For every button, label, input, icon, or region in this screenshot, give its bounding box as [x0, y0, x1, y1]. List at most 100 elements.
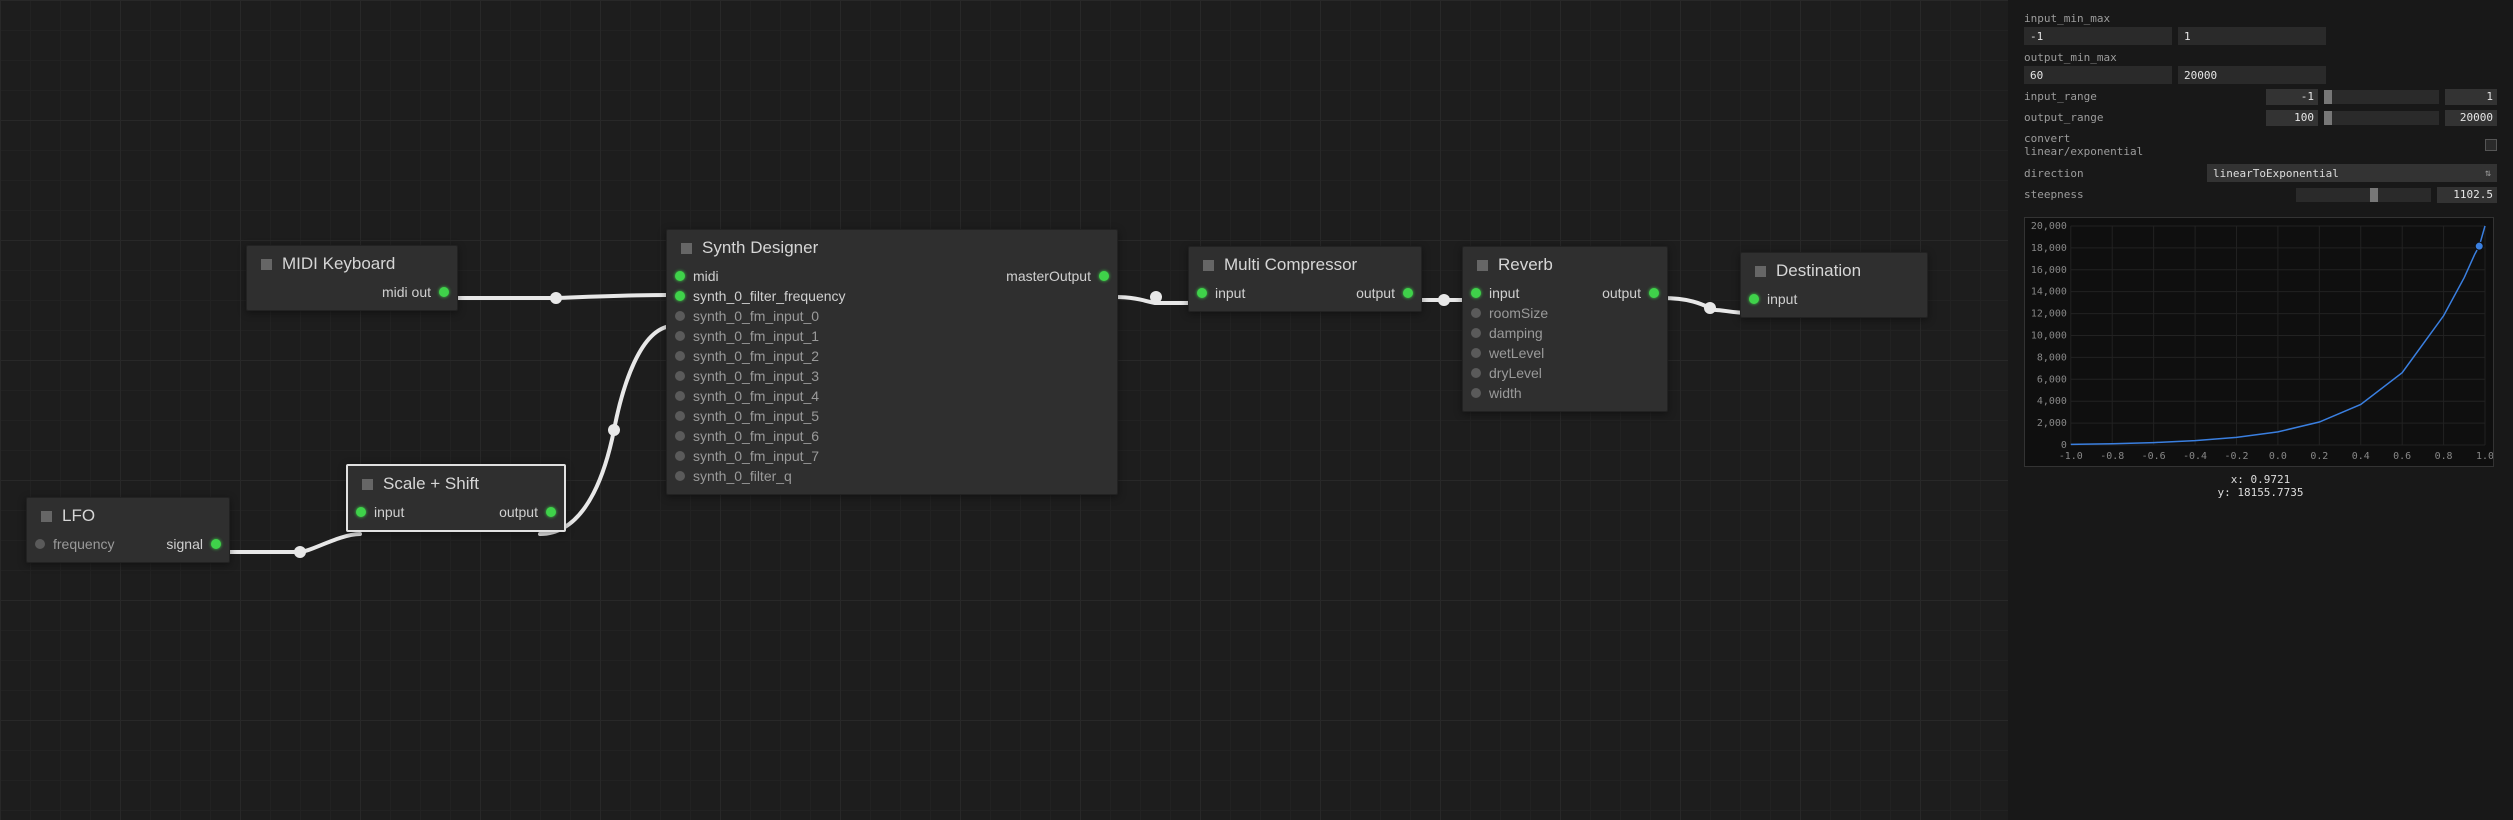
port-dot-icon	[675, 291, 685, 301]
node-handle-icon	[362, 479, 373, 490]
node-title: Reverb	[1498, 255, 1553, 275]
port-comp-input[interactable]: input	[1199, 285, 1245, 301]
output-min-field[interactable]	[2024, 66, 2172, 84]
steepness-field[interactable]	[2437, 187, 2497, 203]
port-synth-synth_0_fm_input_0[interactable]: synth_0_fm_input_0	[677, 308, 819, 324]
port-dot-icon	[35, 539, 45, 549]
port-reverb-input[interactable]: input	[1473, 285, 1519, 301]
svg-text:1.0: 1.0	[2476, 451, 2493, 462]
response-chart[interactable]: 02,0004,0006,0008,00010,00012,00014,0001…	[2024, 217, 2494, 467]
svg-text:-0.6: -0.6	[2142, 451, 2166, 462]
chart-cursor-x: x: 0.9721	[2024, 473, 2497, 486]
node-handle-icon	[1203, 260, 1214, 271]
label-convert: convert linear/exponential	[2024, 130, 2143, 160]
node-synth-designer[interactable]: Synth Designer midi masterOutput synth_0…	[666, 229, 1118, 495]
svg-text:0.4: 0.4	[2352, 451, 2370, 462]
port-dot-icon	[675, 411, 685, 421]
port-dot-icon	[1403, 288, 1413, 298]
input-max-field[interactable]	[2178, 27, 2326, 45]
port-reverb-damping[interactable]: damping	[1473, 325, 1543, 341]
port-synth-synth_0_fm_input_7[interactable]: synth_0_fm_input_7	[677, 448, 819, 464]
port-dot-icon	[1749, 294, 1759, 304]
svg-text:2,000: 2,000	[2037, 418, 2067, 429]
node-handle-icon	[1755, 266, 1766, 277]
port-dest-input[interactable]: input	[1751, 291, 1797, 307]
node-scale-shift[interactable]: Scale + Shift input output	[346, 464, 566, 532]
port-dot-icon	[211, 539, 221, 549]
svg-text:6,000: 6,000	[2037, 374, 2067, 385]
port-dot-icon	[1471, 308, 1481, 318]
port-reverb-output[interactable]: output	[1602, 285, 1657, 301]
svg-text:-0.8: -0.8	[2100, 451, 2124, 462]
port-synth-synth_0_fm_input_4[interactable]: synth_0_fm_input_4	[677, 388, 819, 404]
svg-text:0.8: 0.8	[2435, 451, 2453, 462]
node-midi-keyboard[interactable]: MIDI Keyboard midi out	[246, 245, 458, 311]
port-synth-synth_0_fm_input_3[interactable]: synth_0_fm_input_3	[677, 368, 819, 384]
label-direction: direction	[2024, 165, 2084, 182]
output-range-slider[interactable]	[2324, 111, 2439, 125]
port-dot-icon	[675, 391, 685, 401]
node-lfo[interactable]: LFO frequency signal	[26, 497, 230, 563]
port-synth-synth_0_fm_input_5[interactable]: synth_0_fm_input_5	[677, 408, 819, 424]
svg-text:-1.0: -1.0	[2059, 451, 2083, 462]
input-range-hi-field[interactable]	[2445, 89, 2497, 105]
svg-text:0.0: 0.0	[2269, 451, 2287, 462]
port-scale-output[interactable]: output	[499, 504, 554, 520]
node-handle-icon	[1477, 260, 1488, 271]
input-range-lo-field[interactable]	[2266, 89, 2318, 105]
input-min-field[interactable]	[2024, 27, 2172, 45]
port-synth-master-output[interactable]: masterOutput	[1006, 268, 1107, 284]
output-range-hi-field[interactable]	[2445, 110, 2497, 126]
svg-text:20,000: 20,000	[2031, 221, 2067, 232]
port-dot-icon	[1471, 348, 1481, 358]
steepness-slider[interactable]	[2296, 188, 2431, 202]
node-reverb[interactable]: Reverb input output roomSize damping wet…	[1462, 246, 1668, 412]
node-graph-canvas[interactable]: MIDI Keyboard midi out LFO frequency	[0, 0, 2008, 820]
port-synth-synth_0_fm_input_6[interactable]: synth_0_fm_input_6	[677, 428, 819, 444]
port-synth-synth_0_filter_q[interactable]: synth_0_filter_q	[677, 468, 792, 484]
port-synth-synth_0_fm_input_1[interactable]: synth_0_fm_input_1	[677, 328, 819, 344]
port-scale-input[interactable]: input	[358, 504, 404, 520]
port-midi-out[interactable]: midi out	[382, 284, 447, 300]
port-reverb-width[interactable]: width	[1473, 385, 1522, 401]
port-synth-midi[interactable]: midi	[677, 268, 719, 284]
node-handle-icon	[41, 511, 52, 522]
convert-checkbox[interactable]	[2485, 139, 2497, 151]
port-dot-icon	[675, 271, 685, 281]
label-input-range: input_range	[2024, 88, 2097, 105]
label-output-min-max: output_min_max	[2024, 49, 2497, 66]
svg-text:12,000: 12,000	[2031, 309, 2067, 320]
port-synth-synth_0_fm_input_2[interactable]: synth_0_fm_input_2	[677, 348, 819, 364]
svg-text:0.2: 0.2	[2310, 451, 2328, 462]
port-lfo-signal[interactable]: signal	[166, 536, 219, 552]
node-multi-compressor[interactable]: Multi Compressor input output	[1188, 246, 1422, 312]
port-synth-synth_0_filter_frequency[interactable]: synth_0_filter_frequency	[677, 288, 846, 304]
output-range-lo-field[interactable]	[2266, 110, 2318, 126]
node-title: Scale + Shift	[383, 474, 479, 494]
chevron-updown-icon: ⇅	[2485, 168, 2491, 179]
direction-select-value: linearToExponential	[2213, 167, 2339, 180]
svg-text:18,000: 18,000	[2031, 243, 2067, 254]
chart-cursor-y: y: 18155.7735	[2024, 486, 2497, 499]
port-dot-icon	[675, 311, 685, 321]
input-range-slider[interactable]	[2324, 90, 2439, 104]
port-dot-icon	[675, 351, 685, 361]
svg-text:0: 0	[2061, 440, 2067, 451]
direction-select[interactable]: linearToExponential ⇅	[2207, 164, 2497, 182]
output-max-field[interactable]	[2178, 66, 2326, 84]
node-title: MIDI Keyboard	[282, 254, 395, 274]
svg-text:4,000: 4,000	[2037, 396, 2067, 407]
port-dot-icon	[1197, 288, 1207, 298]
port-reverb-dryLevel[interactable]: dryLevel	[1473, 365, 1542, 381]
port-reverb-wetLevel[interactable]: wetLevel	[1473, 345, 1544, 361]
port-lfo-frequency[interactable]: frequency	[37, 536, 114, 552]
node-destination[interactable]: Destination input	[1740, 252, 1928, 318]
svg-text:8,000: 8,000	[2037, 352, 2067, 363]
port-reverb-roomSize[interactable]: roomSize	[1473, 305, 1548, 321]
svg-text:-0.4: -0.4	[2183, 451, 2207, 462]
port-dot-icon	[675, 371, 685, 381]
node-handle-icon	[681, 243, 692, 254]
port-comp-output[interactable]: output	[1356, 285, 1411, 301]
port-dot-icon	[675, 331, 685, 341]
inspector-panel: input_min_max output_min_max input_range…	[2008, 0, 2513, 820]
